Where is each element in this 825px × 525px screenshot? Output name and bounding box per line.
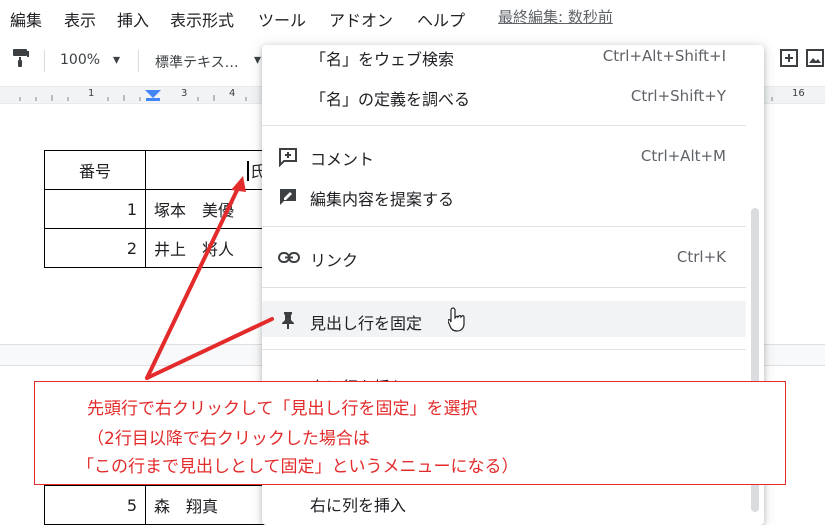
callout-line-1: 先頭行で右クリックして「見出し行を固定」を選択 xyxy=(87,399,478,419)
annotation-callout: 先頭行で右クリックして「見出し行を固定」を選択 （2行目以降で右クリックした場合… xyxy=(34,381,786,485)
callout-line-2: （2行目以降で右クリックした場合は xyxy=(87,429,370,449)
callout-line-3: 「この行まで見出しとして固定」というメニューになる） xyxy=(77,457,519,477)
